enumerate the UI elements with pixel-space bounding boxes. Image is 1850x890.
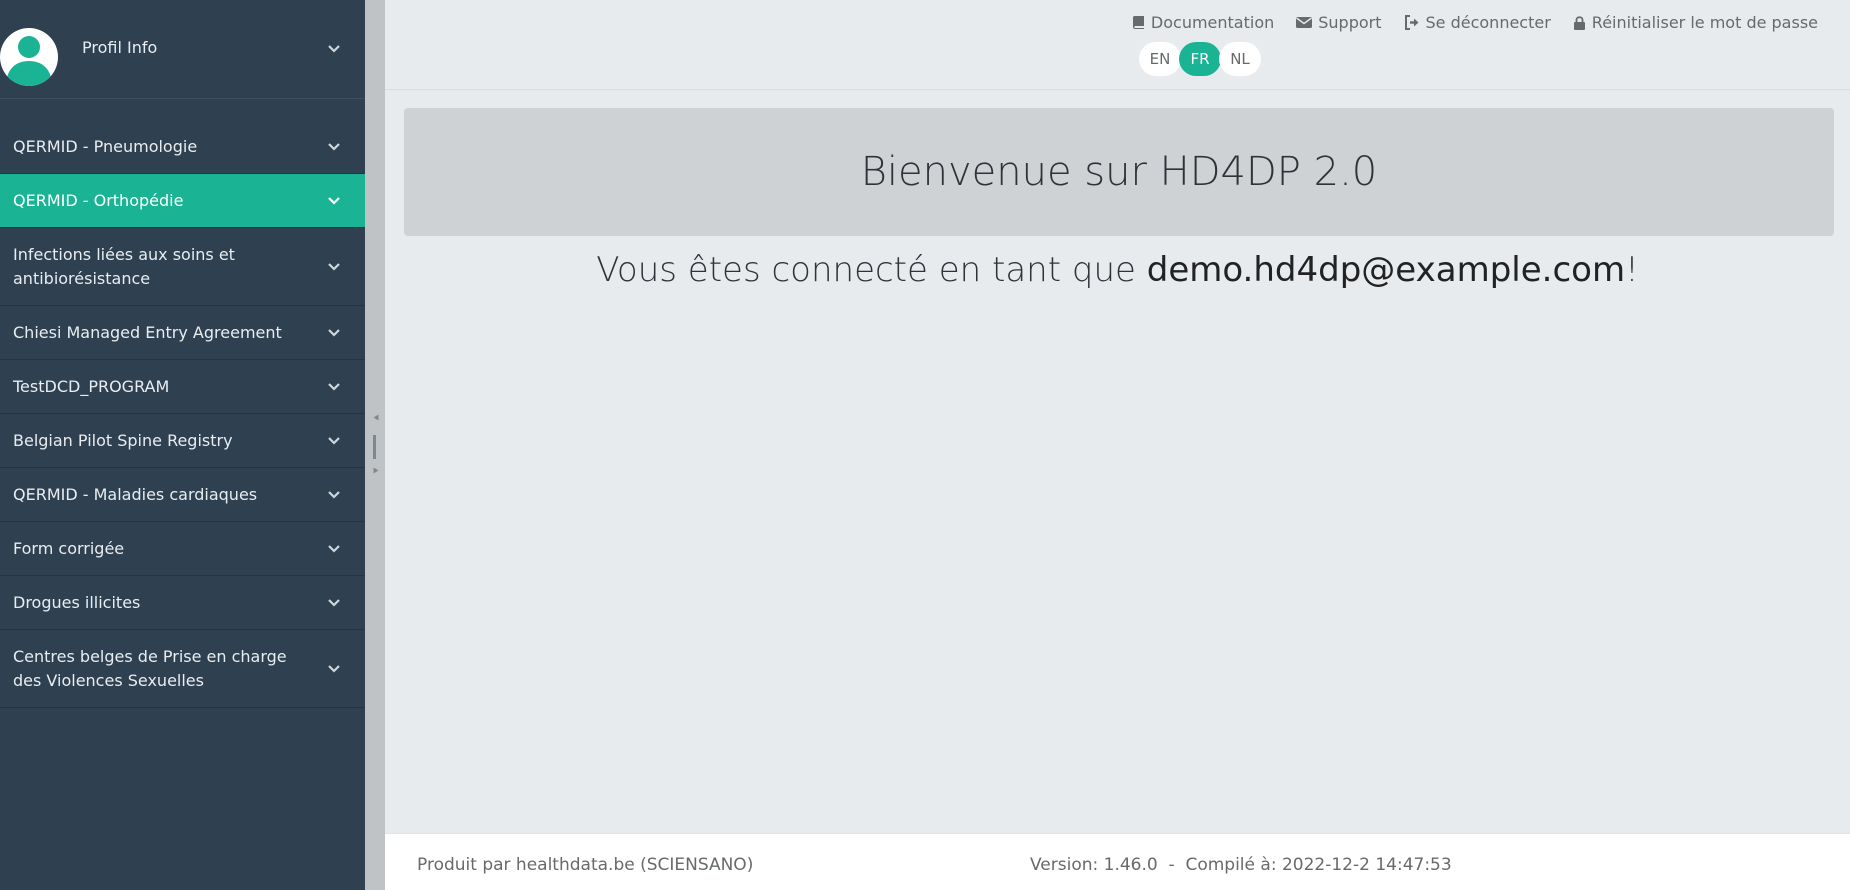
sidebar-item-infections[interactable]: Infections liées aux soins et antibiorés… bbox=[0, 228, 365, 306]
sidebar-item-label: QERMID - Orthopédie bbox=[13, 190, 184, 210]
page-title: Bienvenue sur HD4DP 2.0 bbox=[860, 149, 1378, 195]
welcome-banner: Bienvenue sur HD4DP 2.0 bbox=[404, 108, 1834, 236]
connected-suffix: ! bbox=[1625, 250, 1639, 290]
support-link[interactable]: Support bbox=[1296, 13, 1382, 32]
sidebar-item-label: Chiesi Managed Entry Agreement bbox=[13, 322, 282, 342]
sidebar-item-spine-registry[interactable]: Belgian Pilot Spine Registry bbox=[0, 414, 365, 468]
user-email: demo.hd4dp@example.com bbox=[1146, 250, 1626, 290]
connected-message: Vous êtes connecté en tant que demo.hd4d… bbox=[385, 250, 1850, 290]
sidebar-item-label: Form corrigée bbox=[13, 538, 125, 558]
sidebar-item-violences[interactable]: Centres belges de Prise en charge des Vi… bbox=[0, 630, 365, 708]
sidebar-item-qermid-orthopedie[interactable]: QERMID - Orthopédie bbox=[0, 174, 365, 228]
chevron-down-icon bbox=[325, 594, 343, 612]
sidebar-item-qermid-cardiaques[interactable]: QERMID - Maladies cardiaques bbox=[0, 468, 365, 522]
chevron-down-icon bbox=[325, 432, 343, 450]
chevron-down-icon bbox=[325, 660, 343, 678]
avatar bbox=[0, 28, 58, 86]
lang-nl-button[interactable]: NL bbox=[1219, 42, 1261, 76]
profile-label: Profil Info bbox=[82, 38, 158, 57]
sidebar-item-label: Belgian Pilot Spine Registry bbox=[13, 430, 233, 450]
sidebar: Profil Info QERMID - Pneumologie QERMID … bbox=[0, 0, 365, 890]
sidebar-item-form-corrigee[interactable]: Form corrigée bbox=[0, 522, 365, 576]
sidebar-splitter[interactable] bbox=[365, 0, 385, 890]
chevron-down-icon[interactable] bbox=[325, 40, 343, 58]
sidebar-item-label: Infections liées aux soins et antibiorés… bbox=[13, 244, 235, 288]
chevron-down-icon bbox=[325, 378, 343, 396]
sidebar-item-label: QERMID - Maladies cardiaques bbox=[13, 484, 258, 504]
sidebar-item-label: Centres belges de Prise en charge des Vi… bbox=[13, 646, 287, 690]
documentation-label: Documentation bbox=[1150, 13, 1275, 32]
sidebar-item-drogues[interactable]: Drogues illicites bbox=[0, 576, 365, 630]
footer-version: Version: 1.46.0 - Compilé à: 2022-12-2 1… bbox=[1030, 855, 1452, 875]
lang-fr-button[interactable]: FR bbox=[1179, 42, 1221, 76]
envelope-icon bbox=[1296, 16, 1313, 29]
chevron-down-icon bbox=[325, 540, 343, 558]
sign-out-icon bbox=[1404, 15, 1420, 30]
support-label: Support bbox=[1318, 13, 1382, 32]
language-switcher: EN FR NL bbox=[1139, 42, 1261, 76]
reset-password-label: Réinitialiser le mot de passe bbox=[1591, 13, 1818, 32]
sidebar-item-label: Drogues illicites bbox=[13, 592, 141, 612]
sidebar-nav: QERMID - Pneumologie QERMID - Orthopédie… bbox=[0, 120, 365, 708]
expand-arrow-icon[interactable] bbox=[373, 467, 379, 474]
top-links: Documentation Support Se déconnecter Réi… bbox=[1131, 13, 1818, 32]
sidebar-item-qermid-pneumologie[interactable]: QERMID - Pneumologie bbox=[0, 120, 365, 174]
chevron-down-icon bbox=[325, 138, 343, 156]
chevron-down-icon bbox=[325, 192, 343, 210]
drag-handle[interactable] bbox=[373, 435, 376, 459]
lock-icon bbox=[1573, 15, 1586, 30]
reset-password-link[interactable]: Réinitialiser le mot de passe bbox=[1573, 13, 1818, 32]
sidebar-item-testdcd[interactable]: TestDCD_PROGRAM bbox=[0, 360, 365, 414]
chevron-down-icon bbox=[325, 486, 343, 504]
footer-producer: Produit par healthdata.be (SCIENSANO) bbox=[417, 855, 754, 875]
sidebar-item-label: TestDCD_PROGRAM bbox=[13, 376, 170, 396]
logout-link[interactable]: Se déconnecter bbox=[1404, 13, 1551, 32]
sidebar-item-chiesi[interactable]: Chiesi Managed Entry Agreement bbox=[0, 306, 365, 360]
connected-prefix: Vous êtes connecté en tant que bbox=[596, 250, 1147, 290]
sidebar-item-label: QERMID - Pneumologie bbox=[13, 136, 198, 156]
logout-label: Se déconnecter bbox=[1425, 13, 1551, 32]
lang-en-button[interactable]: EN bbox=[1139, 42, 1181, 76]
chevron-down-icon bbox=[325, 258, 343, 276]
top-bar: Documentation Support Se déconnecter Réi… bbox=[385, 0, 1850, 90]
documentation-link[interactable]: Documentation bbox=[1131, 13, 1274, 32]
footer: Produit par healthdata.be (SCIENSANO) Ve… bbox=[385, 833, 1850, 890]
profile-menu[interactable]: Profil Info bbox=[0, 0, 365, 99]
collapse-arrow-icon[interactable] bbox=[373, 414, 379, 421]
book-icon bbox=[1131, 15, 1145, 30]
chevron-down-icon bbox=[325, 324, 343, 342]
